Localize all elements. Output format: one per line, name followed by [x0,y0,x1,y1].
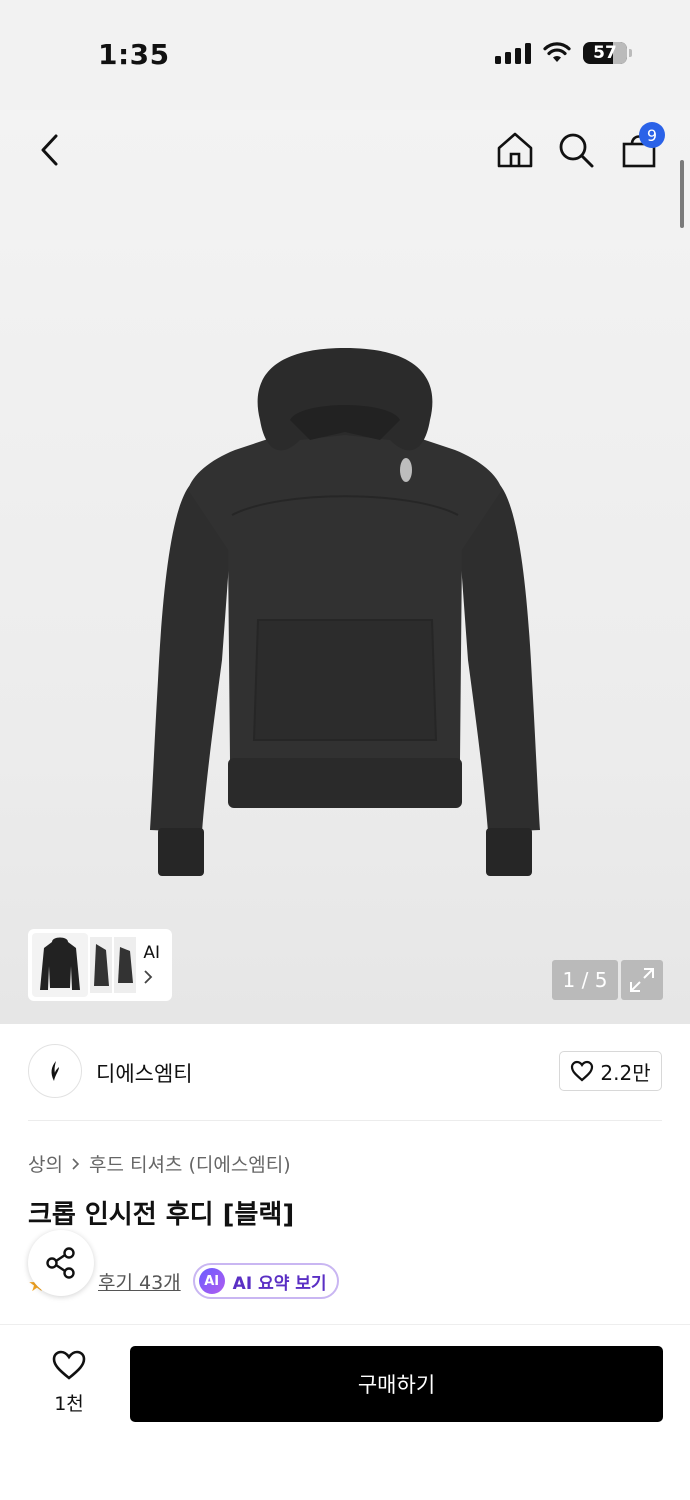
brand-name[interactable]: 디에스엠티 [96,1058,193,1088]
ai-summary-label: AI 요약 보기 [232,1273,327,1294]
hoodie-thumbnail-icon [40,937,80,990]
review-count-link[interactable]: 후기 43개 [98,1268,181,1295]
share-button[interactable] [28,1230,94,1296]
hoodie-back-thumbnail-icon [118,947,133,983]
ai-thumbnails-link[interactable]: AI [143,943,160,985]
breadcrumb: 상의 후드 티셔츠 (디에스엠티) [28,1150,291,1177]
chevron-left-icon [41,134,58,166]
top-nav: 9 [0,110,690,194]
product-image [150,348,540,876]
battery-icon: 57 [583,42,627,64]
scrollbar[interactable] [680,160,684,228]
brand-logo-icon [51,1061,59,1081]
ai-badge-icon: AI [198,1268,225,1294]
cart-button[interactable]: 9 [617,122,665,172]
heart-icon [52,1350,86,1380]
bottom-action-bar: 1천 구매하기 [0,1324,690,1500]
status-icons: 57 [495,42,632,64]
thumbnail-front[interactable] [32,933,88,997]
back-button[interactable] [28,128,72,172]
share-icon [46,1247,75,1279]
brand-like-button[interactable]: 2.2만 [559,1051,662,1091]
buy-button[interactable]: 구매하기 [130,1346,663,1422]
cellular-signal-icon [495,42,531,64]
product-title: 크롭 인시전 후디 [블랙] [28,1200,295,1230]
breadcrumb-item-subcategory[interactable]: 후드 티셔츠 (디에스엠티) [89,1150,291,1177]
search-button[interactable] [554,128,598,172]
ai-label: AI [143,943,160,963]
thumbnail-side[interactable] [90,937,112,993]
thumbnail-strip[interactable]: AI [28,929,172,1001]
brand-row: 디에스엠티 2.2만 [28,1044,662,1100]
cart-count-badge: 9 [639,122,665,148]
wishlist-count: 1천 [54,1393,84,1415]
divider [28,1120,662,1121]
home-icon [497,132,533,168]
ai-summary-button[interactable]: AI AI 요약 보기 [192,1263,339,1299]
brand-like-count: 2.2만 [600,1060,651,1085]
chevron-right-icon [144,970,153,984]
wifi-icon [543,42,571,62]
thumbnail-back[interactable] [114,937,136,993]
battery-level: 57 [593,43,617,63]
wishlist-button[interactable]: 1천 [38,1349,100,1416]
chevron-right-icon [72,1157,80,1170]
image-page-counter: 1 / 5 [552,960,618,1000]
hoodie-side-thumbnail-icon [94,944,109,986]
brand-logo[interactable] [28,1044,82,1098]
expand-image-button[interactable] [621,960,663,1000]
search-icon [559,133,594,168]
status-time: 1:35 [98,38,170,71]
home-button[interactable] [493,128,537,172]
expand-icon [630,968,654,992]
heart-icon [571,1060,594,1082]
status-bar: 1:35 57 [0,0,690,110]
breadcrumb-item-category[interactable]: 상의 [28,1150,63,1177]
